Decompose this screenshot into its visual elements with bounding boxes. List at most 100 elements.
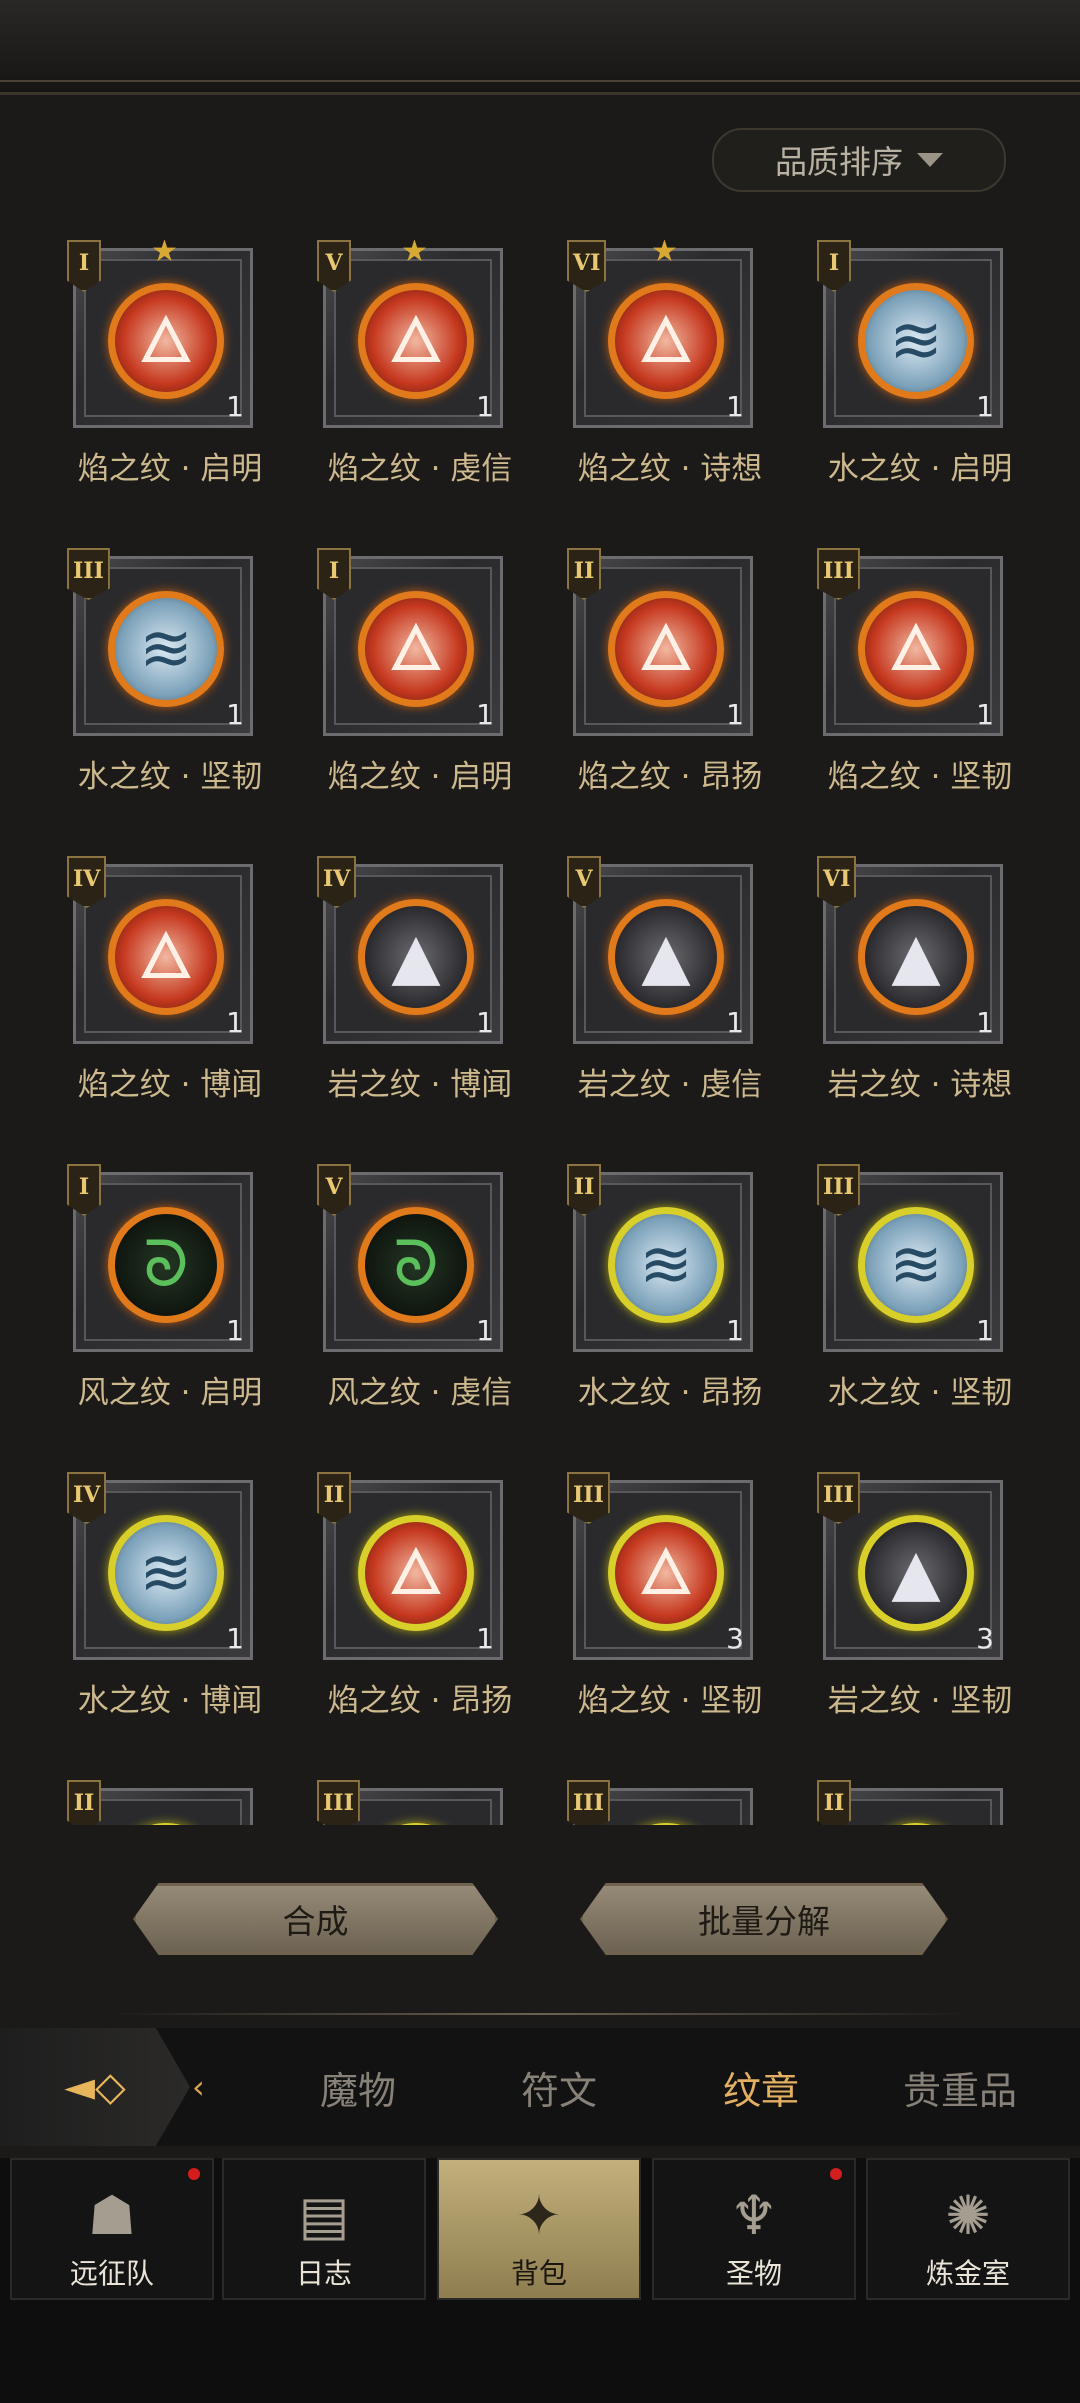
emblem-slot[interactable]: ▲ 1 V 岩之纹 · 虔信 [545, 856, 795, 1156]
nav-label: 圣物 [725, 2257, 782, 2290]
fire-emblem-icon: 🜂 [358, 283, 474, 399]
water-emblem-icon: ≋ [608, 1207, 724, 1323]
star-icon: ★ [401, 240, 428, 269]
emblem-slot[interactable]: 🜂 1 V ★ 焰之纹 · 虔信 [295, 240, 545, 540]
emblem-slot[interactable]: ▲ 1 IV 岩之纹 · 博闻 [295, 856, 545, 1156]
nav-journal[interactable]: ▤ 日志 [222, 2158, 426, 2300]
chevron-left-icon: ‹ [192, 2068, 205, 2106]
emblem-slot[interactable]: 🜂 1 VI ★ 焰之纹 · 诗想 [545, 240, 795, 540]
top-header-bar [0, 0, 1080, 95]
emblem-slot[interactable]: 🜂 1 I ★ 焰之纹 · 启明 [45, 240, 295, 540]
emblem-name: 风之纹 · 虔信 [327, 1375, 513, 1411]
water-emblem-icon: ≋ [108, 1515, 224, 1631]
wind-emblem-icon: ᘐ [108, 1207, 224, 1323]
emblem-name: 岩之纹 · 虔信 [577, 1067, 763, 1103]
water-emblem-icon: ≋ [858, 1207, 974, 1323]
water-emblem-icon: ≋ [858, 283, 974, 399]
fire-emblem-icon: 🜂 [608, 283, 724, 399]
item-count: 1 [190, 697, 250, 733]
category-tab-bar: ◄◇ ‹ 魔物 符文 纹章 贵重品 [0, 2028, 1080, 2146]
fire-emblem-icon: 🜂 [108, 899, 224, 1015]
emblem-slot[interactable]: ᘐ 1 I 风之纹 · 启明 [45, 1164, 295, 1464]
nav-expedition[interactable]: ☗ 远征队 [10, 2158, 214, 2300]
emblem-name: 岩之纹 · 诗想 [827, 1067, 1013, 1103]
item-count: 1 [190, 1621, 250, 1657]
item-count: 1 [690, 697, 750, 733]
wind-emblem-icon: ᘐ [358, 1207, 474, 1323]
emblem-name: 水之纹 · 博闻 [77, 1683, 263, 1719]
fire-emblem-icon: 🜂 [358, 1515, 474, 1631]
fire-emblem-icon: 🜂 [608, 1515, 724, 1631]
item-count: 1 [940, 697, 1000, 733]
item-count: 1 [190, 1313, 250, 1349]
nav-label: 背包 [510, 2257, 567, 2290]
nav-label: 炼金室 [925, 2257, 1010, 2290]
scroll-icon: ▤ [298, 2184, 350, 2247]
emblem-slot[interactable]: ≋III [295, 1780, 545, 1825]
notification-badge [830, 2168, 842, 2180]
rock-emblem-icon: ▲ [858, 899, 974, 1015]
tab-emblems[interactable]: 纹章 [723, 2060, 799, 2115]
star-icon: ★ [151, 240, 178, 269]
fire-emblem-icon: 🜂 [358, 591, 474, 707]
nav-backpack[interactable]: ✦ 背包 [437, 2158, 641, 2300]
item-count: 3 [690, 1621, 750, 1657]
item-count: 1 [690, 1313, 750, 1349]
emblem-name: 水之纹 · 启明 [827, 451, 1013, 487]
emblem-name: 焰之纹 · 坚韧 [577, 1683, 763, 1719]
emblem-slot[interactable]: 🜂 3 III 焰之纹 · 坚韧 [545, 1472, 795, 1772]
tier-badge: III [317, 1780, 360, 1825]
emblem-slot[interactable]: ▲II [795, 1780, 1045, 1825]
rock-emblem-icon: ▲ [608, 899, 724, 1015]
item-count: 1 [690, 389, 750, 425]
emblem-slot[interactable]: 🜂 1 I 焰之纹 · 启明 [295, 548, 545, 848]
emblem-slot[interactable]: 🜂 1 II 焰之纹 · 昂扬 [545, 548, 795, 848]
emblem-slot[interactable]: ≋ 1 III 水之纹 · 坚韧 [45, 548, 295, 848]
item-count: 1 [190, 389, 250, 425]
tab-monsters[interactable]: 魔物 [320, 2060, 396, 2115]
emblem-name: 焰之纹 · 启明 [327, 759, 513, 795]
quality-sort-dropdown[interactable]: 品质排序 [712, 128, 1006, 192]
synthesize-button[interactable]: 合成 [133, 1883, 498, 1955]
chevron-down-icon [917, 153, 943, 167]
emblem-name: 风之纹 · 启明 [77, 1375, 263, 1411]
item-count: 1 [440, 1313, 500, 1349]
emblem-name: 水之纹 · 昂扬 [577, 1375, 763, 1411]
fire-emblem-icon: 🜂 [608, 591, 724, 707]
emblem-name: 水之纹 · 坚韧 [77, 759, 263, 795]
item-count: 3 [940, 1621, 1000, 1657]
batch-decompose-button[interactable]: 批量分解 [580, 1883, 948, 1955]
emblem-name: 焰之纹 · 博闻 [77, 1067, 263, 1103]
item-count: 1 [940, 389, 1000, 425]
emblem-slot[interactable]: ▲III [545, 1780, 795, 1825]
tab-runes[interactable]: 符文 [521, 2060, 597, 2115]
emblem-slot[interactable]: ≋II [45, 1780, 295, 1825]
emblem-slot[interactable]: ᘐ 1 V 风之纹 · 虔信 [295, 1164, 545, 1464]
emblem-slot[interactable]: ▲ 3 III 岩之纹 · 坚韧 [795, 1472, 1045, 1772]
emblem-slot[interactable]: ≋ 1 II 水之纹 · 昂扬 [545, 1164, 795, 1464]
nav-alchemy[interactable]: ✺ 炼金室 [866, 2158, 1070, 2300]
fire-emblem-icon: 🜂 [108, 283, 224, 399]
notification-badge [188, 2168, 200, 2180]
emblem-slot[interactable]: ≋ 1 I 水之纹 · 启明 [795, 240, 1045, 540]
emblem-slot[interactable]: 🜂 1 III 焰之纹 · 坚韧 [795, 548, 1045, 848]
collapse-panel-button[interactable]: ◄◇ [0, 2028, 190, 2146]
emblem-slot[interactable]: ≋ 1 III 水之纹 · 坚韧 [795, 1164, 1045, 1464]
emblem-slot[interactable]: ≋ 1 IV 水之纹 · 博闻 [45, 1472, 295, 1772]
emblem-slot[interactable]: 🜂 1 IV 焰之纹 · 博闻 [45, 856, 295, 1156]
emblem-slot[interactable]: ▲ 1 VI 岩之纹 · 诗想 [795, 856, 1045, 1156]
emblem-name: 岩之纹 · 坚韧 [827, 1683, 1013, 1719]
star-icon: ★ [651, 240, 678, 269]
nav-label: 远征队 [69, 2257, 154, 2290]
tab-valuables[interactable]: 贵重品 [903, 2060, 1017, 2115]
item-count: 1 [440, 389, 500, 425]
sort-label: 品质排序 [774, 143, 903, 181]
alchemy-icon: ✺ [945, 2184, 991, 2247]
emblem-slot[interactable]: 🜂 1 II 焰之纹 · 昂扬 [295, 1472, 545, 1772]
emblem-name: 岩之纹 · 博闻 [327, 1067, 513, 1103]
water-emblem-icon: ≋ [108, 591, 224, 707]
tier-badge: II [817, 1780, 851, 1825]
nav-relics[interactable]: ♆ 圣物 [652, 2158, 856, 2300]
rock-emblem-icon: ▲ [858, 1515, 974, 1631]
item-count: 1 [690, 1005, 750, 1041]
